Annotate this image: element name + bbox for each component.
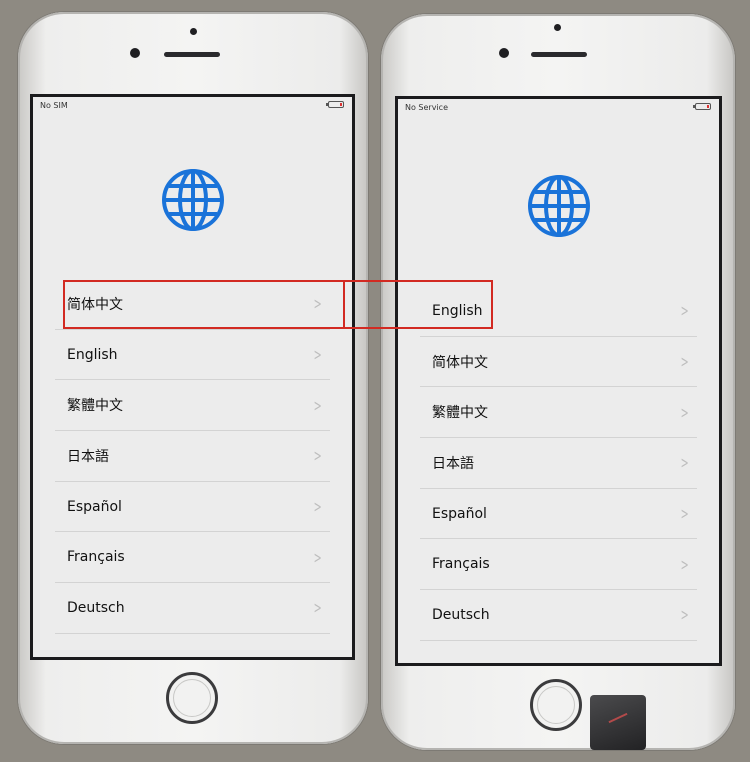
home-button[interactable] — [166, 672, 218, 724]
front-camera — [130, 48, 140, 58]
battery-icon — [326, 101, 344, 108]
language-label: 繁體中文 — [432, 405, 488, 422]
right-screen: No Service English > 简体中文 > 繁體中文 > 日本語 >… — [395, 96, 722, 666]
globe-icon — [527, 175, 590, 237]
language-label: Español — [67, 498, 122, 515]
language-option[interactable]: 日本語 > — [55, 431, 330, 482]
status-carrier: No Service — [405, 103, 448, 112]
left-phone: No SIM 简体中文 > English > 繁體中文 > 日本語 > Esp… — [18, 12, 368, 744]
chevron-right-icon: > — [313, 547, 322, 567]
front-camera — [499, 48, 509, 58]
highlight-connector — [345, 327, 397, 329]
language-option[interactable]: English > — [55, 330, 330, 381]
language-list: 简体中文 > English > 繁體中文 > 日本語 > Español > … — [55, 279, 330, 657]
earpiece-speaker — [531, 52, 587, 57]
language-label: English — [67, 346, 118, 363]
right-phone: No Service English > 简体中文 > 繁體中文 > 日本語 >… — [381, 14, 735, 750]
language-option[interactable]: 日本語 > — [420, 438, 697, 489]
language-label: Deutsch — [432, 606, 490, 623]
highlight-connector — [345, 280, 397, 282]
language-option[interactable]: Español > — [55, 482, 330, 533]
chevron-right-icon: > — [680, 605, 689, 625]
language-label: 简体中文 — [432, 354, 488, 371]
proximity-sensor — [554, 24, 561, 31]
chevron-right-icon: > — [313, 598, 322, 618]
status-carrier: No SIM — [40, 101, 68, 110]
language-option[interactable]: Deutsch > — [55, 583, 330, 634]
language-option[interactable]: Español > — [420, 489, 697, 540]
chevron-right-icon: > — [680, 402, 689, 422]
chevron-right-icon: > — [680, 504, 689, 524]
chevron-right-icon: > — [313, 446, 322, 466]
language-option[interactable]: Français > — [420, 539, 697, 591]
language-option-partial[interactable] — [55, 634, 330, 657]
chevron-right-icon: > — [680, 301, 689, 321]
chevron-right-icon: > — [313, 395, 322, 415]
left-screen: No SIM 简体中文 > English > 繁體中文 > 日本語 > Esp… — [30, 94, 355, 660]
language-option[interactable]: Deutsch > — [420, 590, 697, 641]
language-label: Deutsch — [67, 599, 125, 616]
chevron-right-icon: > — [313, 345, 322, 365]
language-label: 日本語 — [67, 448, 109, 465]
chevron-right-icon: > — [680, 352, 689, 372]
battery-icon — [693, 103, 711, 110]
language-list: English > 简体中文 > 繁體中文 > 日本語 > Español > … — [420, 286, 697, 663]
proximity-sensor — [190, 28, 197, 35]
language-option[interactable]: Français > — [55, 532, 330, 584]
highlight-box-left — [63, 280, 345, 329]
highlight-box-right — [397, 280, 493, 329]
language-option[interactable]: 简体中文 > — [420, 337, 697, 388]
chevron-right-icon: > — [680, 554, 689, 574]
language-label: 日本語 — [432, 455, 474, 472]
chevron-right-icon: > — [313, 497, 322, 517]
home-button[interactable] — [530, 679, 582, 731]
language-option-partial[interactable] — [420, 641, 697, 663]
earpiece-speaker — [164, 52, 220, 57]
language-label: Français — [67, 549, 125, 566]
sticker — [590, 695, 646, 750]
language-label: 繁體中文 — [67, 398, 123, 415]
language-option[interactable]: 繁體中文 > — [420, 387, 697, 439]
language-option[interactable]: 繁體中文 > — [55, 380, 330, 432]
language-label: Français — [432, 556, 490, 573]
globe-icon — [161, 169, 224, 231]
chevron-right-icon: > — [680, 453, 689, 473]
language-label: Español — [432, 505, 487, 522]
